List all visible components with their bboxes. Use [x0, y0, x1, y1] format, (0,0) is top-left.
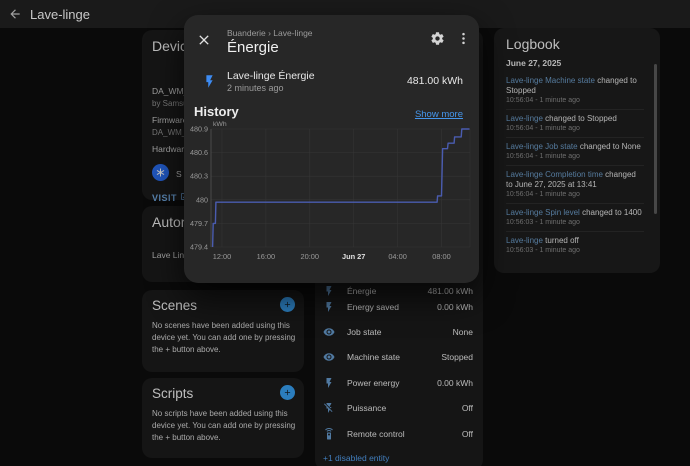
- dialog-entity-value: 481.00 kWh: [407, 75, 463, 87]
- svg-text:04:00: 04:00: [388, 252, 407, 261]
- close-icon[interactable]: [196, 32, 212, 48]
- svg-text:kWh: kWh: [213, 121, 227, 128]
- svg-text:480: 480: [196, 195, 208, 204]
- svg-text:479.4: 479.4: [190, 243, 208, 252]
- history-chart[interactable]: 479.4 479.7 480 480.3 480.6 480.9 12:00 16:00 20…: [190, 120, 474, 272]
- breadcrumb: Buanderie › Lave-linge: [227, 28, 313, 38]
- svg-text:480.3: 480.3: [190, 172, 208, 181]
- history-heading: History: [194, 104, 239, 119]
- dialog-entity-last-changed: 2 minutes ago: [227, 83, 284, 93]
- svg-text:12:00: 12:00: [213, 252, 232, 261]
- dialog-entity-row[interactable]: Lave-linge Énergie 2 minutes ago 481.00 …: [196, 69, 467, 95]
- flash-icon: [202, 74, 217, 89]
- gear-icon[interactable]: [430, 31, 445, 46]
- more-menu-icon[interactable]: [456, 31, 471, 46]
- svg-text:480.9: 480.9: [190, 125, 208, 134]
- svg-text:480.6: 480.6: [190, 148, 208, 157]
- svg-text:Jun 27: Jun 27: [342, 252, 365, 261]
- svg-text:479.7: 479.7: [190, 219, 208, 228]
- entity-dialog: Buanderie › Lave-linge Énergie Lave-ling…: [184, 15, 479, 283]
- svg-text:08:00: 08:00: [432, 252, 451, 261]
- dialog-title: Énergie: [227, 39, 279, 56]
- device-page: Lave-linge Device info DA_WM_ by Samsu F…: [0, 0, 690, 466]
- dialog-entity-name: Lave-linge Énergie: [227, 70, 315, 82]
- show-more-link[interactable]: Show more: [415, 109, 463, 120]
- svg-text:20:00: 20:00: [301, 252, 320, 261]
- svg-text:16:00: 16:00: [257, 252, 276, 261]
